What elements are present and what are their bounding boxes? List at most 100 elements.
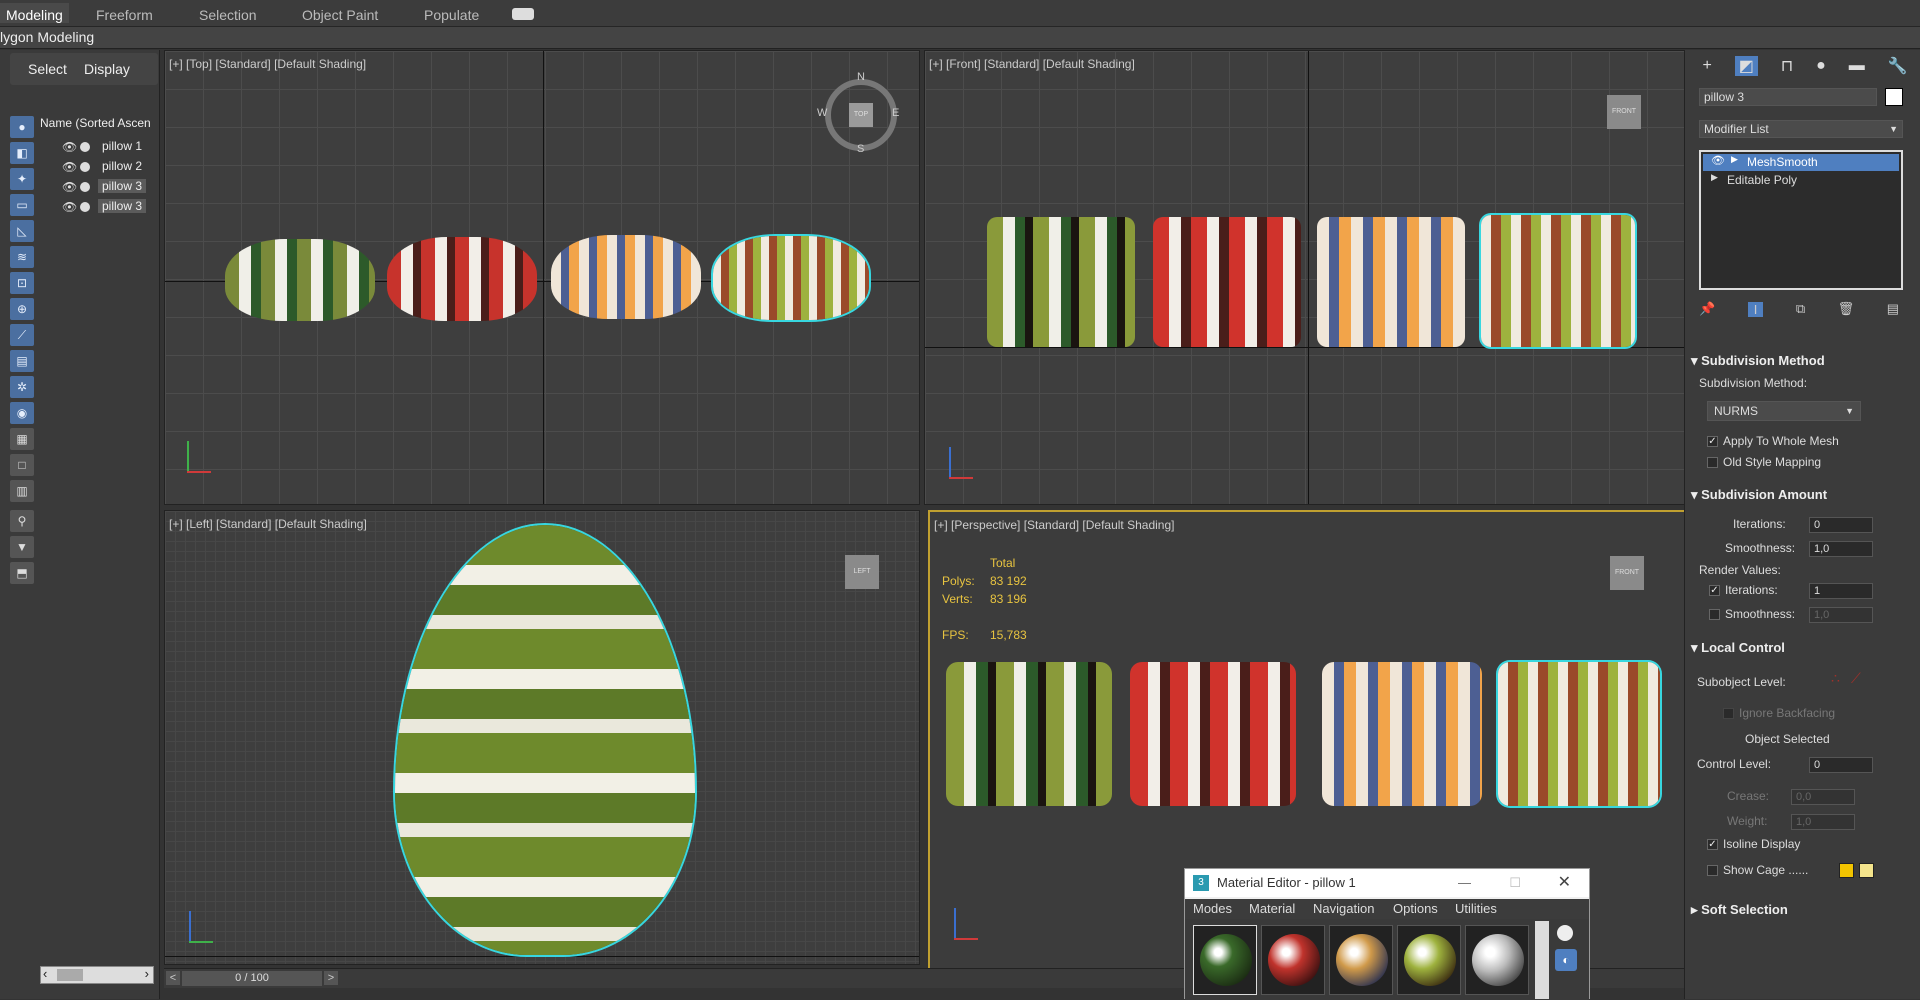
stack-item-meshsmooth[interactable]: 👁 ▶ MeshSmooth: [1703, 154, 1899, 171]
viewport-label[interactable]: [+] [Top] [Standard] [Default Shading]: [169, 57, 366, 71]
show-cage-checkbox[interactable]: [1707, 865, 1718, 876]
control-level-spinner[interactable]: 0: [1809, 757, 1873, 773]
tab-object-paint[interactable]: Object Paint: [296, 5, 384, 25]
pillow-front-2[interactable]: [1153, 217, 1301, 347]
pillow-persp-2[interactable]: [1130, 662, 1296, 806]
pillow-top-2[interactable]: [387, 237, 537, 321]
viewport-front[interactable]: [+] [Front] [Standard] [Default Shading]…: [924, 50, 1690, 505]
time-slider[interactable]: 0 / 100: [182, 971, 322, 986]
pillow-front-3[interactable]: [1317, 217, 1465, 347]
object-color-swatch[interactable]: [1885, 88, 1903, 106]
motion-tab-icon[interactable]: ●: [1816, 57, 1826, 75]
viewport-top[interactable]: [+] [Top] [Standard] [Default Shading] T…: [164, 50, 920, 505]
minimize-icon[interactable]: —: [1458, 869, 1471, 897]
viewport-left[interactable]: [+] [Left] [Standard] [Default Shading] …: [164, 510, 920, 965]
cage-selection-color-swatch[interactable]: [1859, 863, 1874, 878]
edge-subobject-icon[interactable]: ⟋: [1851, 670, 1861, 687]
sample-type-icon[interactable]: [1557, 925, 1573, 941]
spacewarps-filter-icon[interactable]: ≋: [10, 246, 34, 268]
subdivision-method-dropdown[interactable]: NURMS ▼: [1707, 401, 1861, 421]
stack-item-editable-poly[interactable]: ▶ Editable Poly: [1703, 172, 1899, 189]
helpers-filter-icon[interactable]: ◺: [10, 220, 34, 242]
render-dot-icon[interactable]: [80, 182, 90, 192]
menu-options[interactable]: Options: [1393, 901, 1438, 916]
display-tab-icon[interactable]: ▬: [1849, 57, 1865, 75]
pillow-top-1[interactable]: [225, 239, 375, 321]
remove-modifier-icon[interactable]: 🗑: [1838, 301, 1855, 317]
viewport-label[interactable]: [+] [Left] [Standard] [Default Shading]: [169, 517, 367, 531]
visibility-eye-icon[interactable]: 👁: [1711, 154, 1725, 167]
apply-whole-mesh-checkbox[interactable]: ✓: [1707, 436, 1718, 447]
maximize-icon[interactable]: ☐: [1509, 869, 1521, 897]
scroll-thumb[interactable]: [57, 969, 83, 981]
visibility-eye-icon[interactable]: 👁: [62, 200, 77, 214]
material-slot[interactable]: [1329, 925, 1393, 995]
render-iterations-checkbox[interactable]: ✓: [1709, 585, 1720, 596]
show-end-result-icon[interactable]: I: [1747, 301, 1764, 317]
tab-freeform[interactable]: Freeform: [90, 5, 159, 25]
hierarchy-tab-icon[interactable]: ⊓: [1781, 56, 1793, 76]
expand-arrow-icon[interactable]: ▶: [1731, 154, 1738, 165]
particles-filter-icon[interactable]: ✲: [10, 376, 34, 398]
material-slot[interactable]: [1397, 925, 1461, 995]
filter-tool-icon[interactable]: ⚲: [10, 510, 34, 532]
pin-stack-icon[interactable]: 📌: [1699, 301, 1715, 317]
visibility-eye-icon[interactable]: 👁: [62, 160, 77, 174]
material-editor-titlebar[interactable]: 3 Material Editor - pillow 1 — ☐ ✕: [1185, 869, 1589, 897]
geometry-filter-icon[interactable]: ●: [10, 116, 34, 138]
lights-filter-icon[interactable]: ✦: [10, 168, 34, 190]
configure-modifier-sets-icon[interactable]: ▤: [1887, 301, 1899, 317]
viewport-label[interactable]: [+] [Perspective] [Standard] [Default Sh…: [934, 518, 1174, 532]
render-iterations-spinner[interactable]: 1: [1809, 583, 1873, 599]
ribbon-toggle-icon[interactable]: [512, 8, 534, 20]
render-dot-icon[interactable]: [80, 202, 90, 212]
render-dot-icon[interactable]: [80, 162, 90, 172]
viewport-label[interactable]: [+] [Front] [Standard] [Default Shading]: [929, 57, 1135, 71]
next-frame-icon[interactable]: >: [324, 971, 338, 985]
containers-filter-icon[interactable]: ▤: [10, 350, 34, 372]
hidden-filter-icon[interactable]: ◉: [10, 402, 34, 424]
material-slot[interactable]: [1465, 925, 1529, 995]
object-name-field[interactable]: pillow 3: [1699, 88, 1877, 106]
menu-navigation[interactable]: Navigation: [1313, 901, 1374, 916]
ignore-backfacing-checkbox[interactable]: [1723, 708, 1734, 719]
rollout-subdivision-amount[interactable]: ▾ Subdivision Amount: [1691, 487, 1827, 505]
layer-icon[interactable]: ⬒: [10, 562, 34, 584]
pillow-persp-3[interactable]: [1322, 662, 1482, 806]
old-style-mapping-checkbox[interactable]: [1707, 457, 1718, 468]
visibility-eye-icon[interactable]: 👁: [62, 140, 77, 154]
scroll-left-icon[interactable]: ‹: [43, 966, 47, 981]
cage-color-swatch[interactable]: [1839, 863, 1854, 878]
pillow-top-4[interactable]: [713, 236, 869, 320]
render-smoothness-checkbox[interactable]: [1709, 609, 1720, 620]
menu-modes[interactable]: Modes: [1193, 901, 1232, 916]
close-icon[interactable]: ✕: [1558, 869, 1571, 897]
scene-column-header[interactable]: Name (Sorted Ascen: [40, 116, 158, 130]
vertex-subobject-icon[interactable]: ∴: [1831, 670, 1840, 687]
crease-spinner[interactable]: 0,0: [1791, 789, 1855, 805]
viewcube-compass[interactable]: TOP: [825, 79, 897, 151]
create-tab-icon[interactable]: +: [1702, 57, 1711, 75]
tab-selection[interactable]: Selection: [193, 5, 263, 25]
modify-tab-icon[interactable]: ◩: [1734, 56, 1758, 76]
viewcube[interactable]: TOP: [849, 103, 873, 127]
pillow-front-4[interactable]: [1481, 215, 1635, 347]
scene-tab-select[interactable]: Select: [28, 61, 67, 77]
scroll-right-icon[interactable]: ›: [145, 966, 149, 981]
bones-filter-icon[interactable]: ⟋: [10, 324, 34, 346]
viewcube[interactable]: FRONT: [1607, 95, 1641, 129]
display-all-icon[interactable]: ▦: [10, 428, 34, 450]
scene-tab-display[interactable]: Display: [84, 61, 130, 77]
menu-utilities[interactable]: Utilities: [1455, 901, 1497, 916]
pillow-persp-1[interactable]: [946, 662, 1112, 806]
groups-filter-icon[interactable]: ⊡: [10, 272, 34, 294]
make-unique-icon[interactable]: ⧉: [1796, 301, 1805, 317]
menu-material[interactable]: Material: [1249, 901, 1295, 916]
utilities-tab-icon[interactable]: 🔧: [1888, 56, 1908, 76]
viewcube[interactable]: LEFT: [845, 555, 879, 589]
rollout-local-control[interactable]: ▾ Local Control: [1691, 640, 1785, 658]
pillow-front-1[interactable]: [987, 217, 1135, 347]
modifier-list-dropdown[interactable]: Modifier List ▼: [1699, 120, 1903, 138]
rollout-subdivision-method[interactable]: ▾ Subdivision Method: [1691, 353, 1825, 371]
smoothness-spinner[interactable]: 1,0: [1809, 541, 1873, 557]
